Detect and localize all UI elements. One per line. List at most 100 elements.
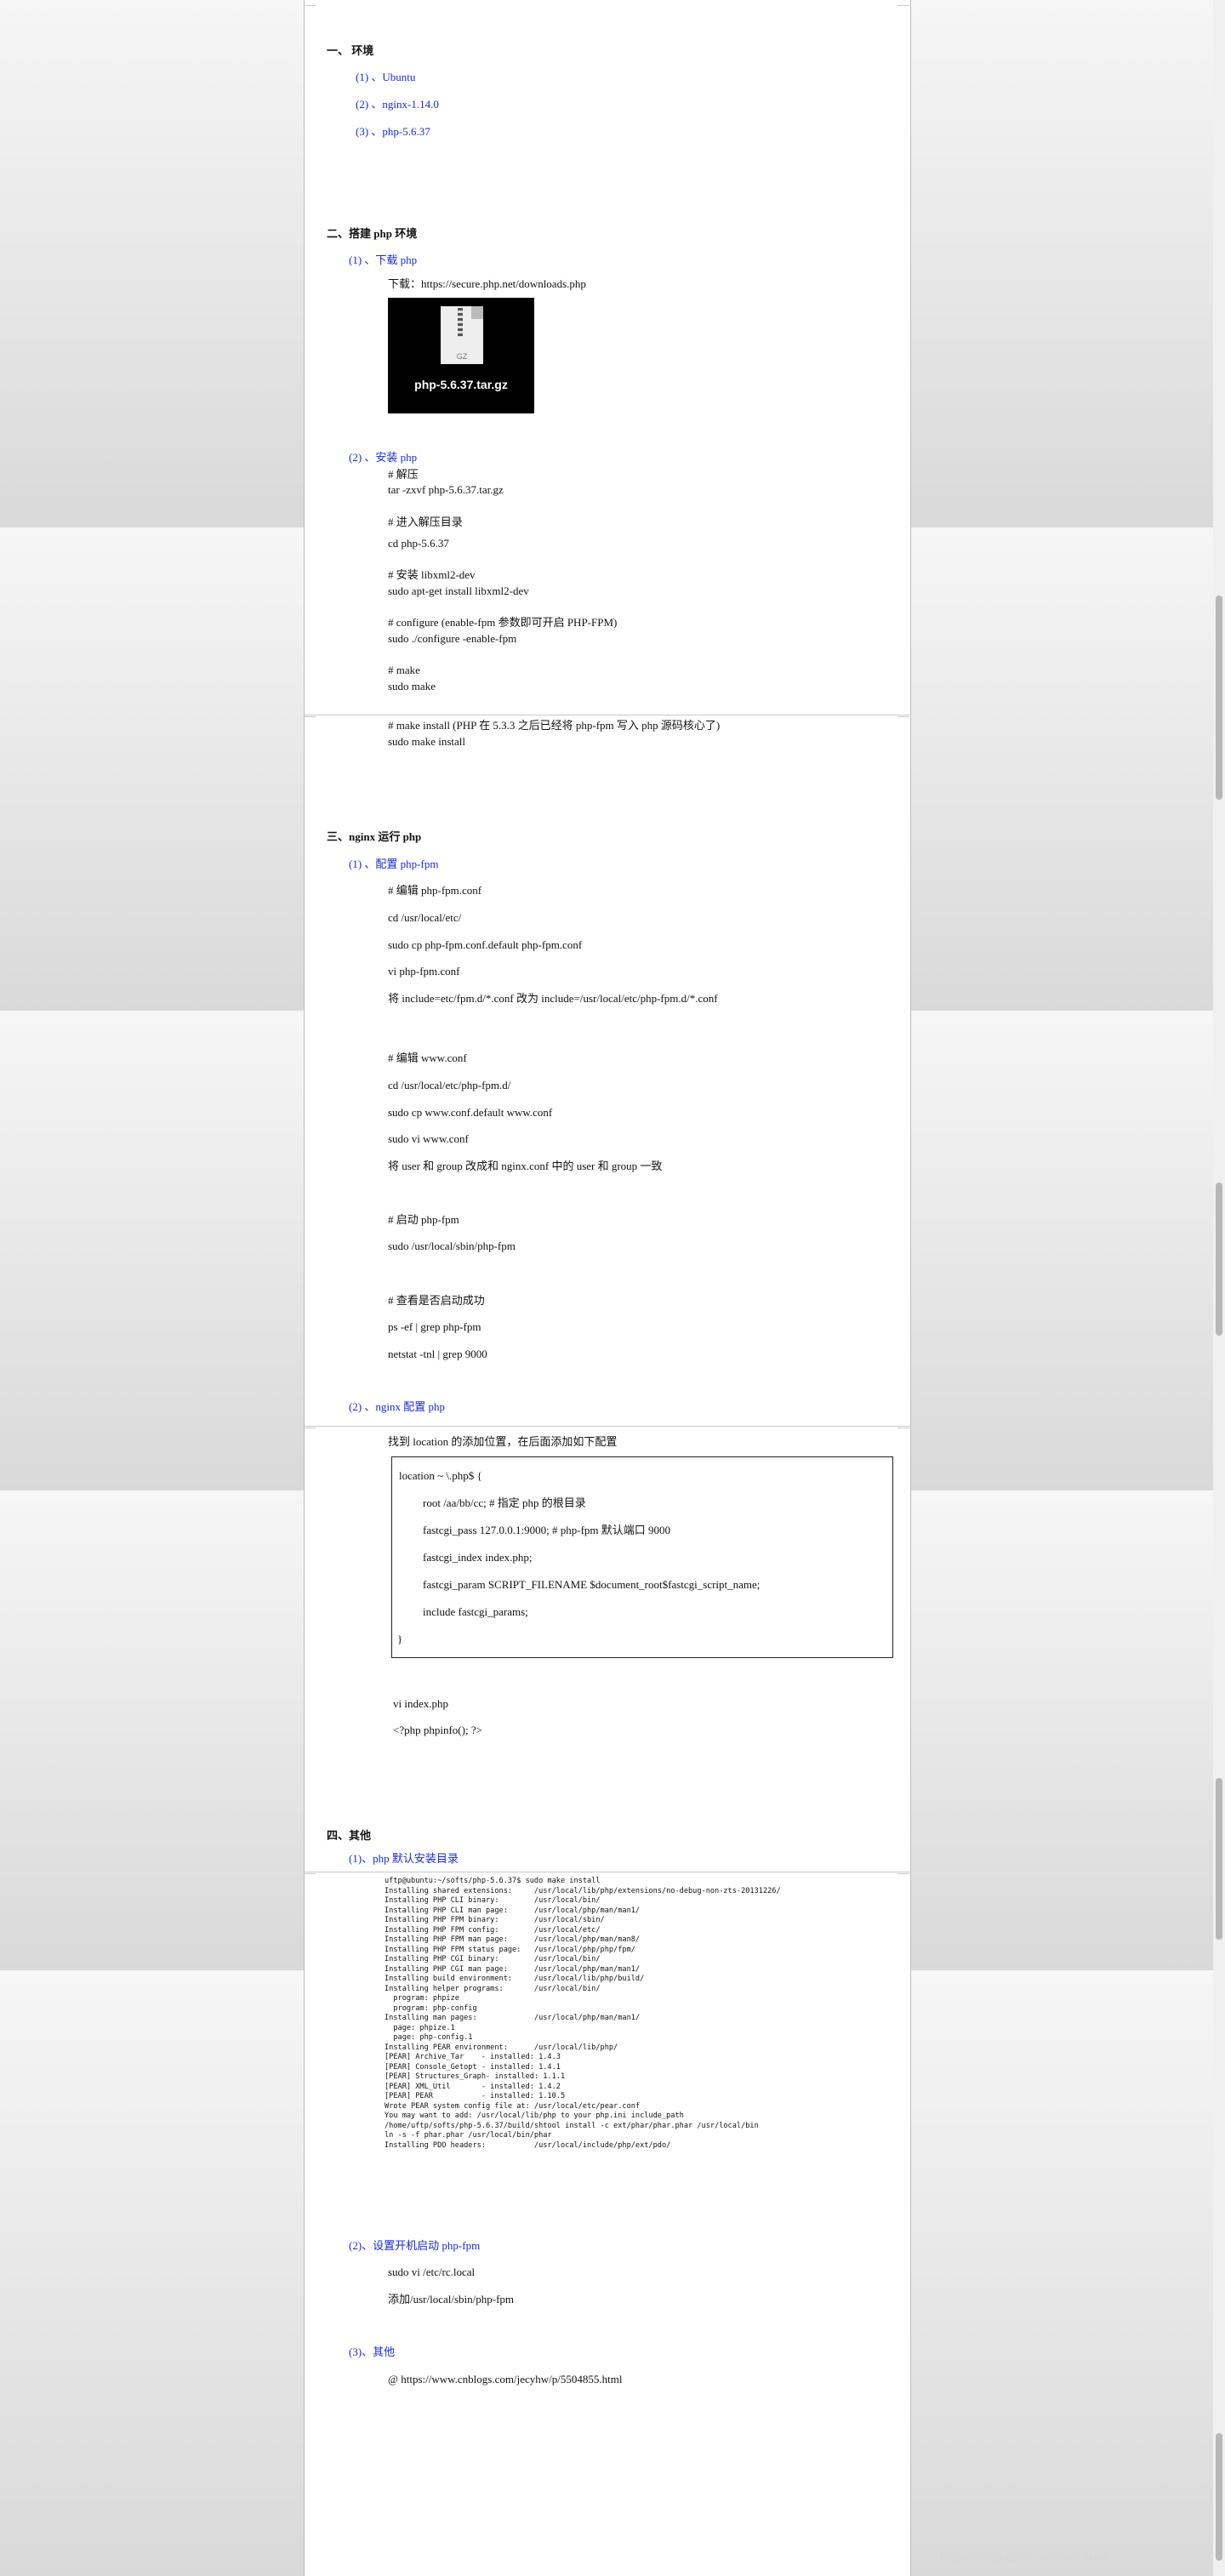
code-line: sudo make [388, 680, 436, 692]
code-block: location ~ \.php$ { root /aa/bb/cc; # 指定… [391, 1456, 893, 1658]
code-line: # make install (PHP 在 5.3.3 之后已经将 php-fp… [388, 719, 721, 732]
terminal-line: [PEAR] Archive_Tar - installed: 1.4.3 [385, 2053, 561, 2061]
terminal-line: Installing PDO headers: /usr/local/inclu… [385, 2140, 671, 2150]
terminal-line: /home/uftp/softs/php-5.6.37/build/shtool… [385, 2121, 759, 2130]
code-line: include fastcgi_params; [423, 1605, 528, 1618]
code-line: sudo cp www.conf.default www.conf [388, 1106, 553, 1119]
reference-link[interactable]: @ https://www.cnblogs.com/jecyhw/p/55048… [388, 2373, 622, 2386]
terminal-line: Installing PHP CGI man page: /usr/local/… [385, 1964, 641, 1974]
paragraph: 找到 location 的添加位置，在后面添加如下配置 [388, 1435, 618, 1448]
zip-icon [458, 308, 463, 337]
terminal-line: [PEAR] XML_Util - installed: 1.4.2 [385, 2082, 561, 2091]
code-line: fastcgi_param SCRIPT_FILENAME $document_… [423, 1578, 761, 1591]
code-line: # configure (enable-fpm 参数即可开启 PHP-FPM) [388, 616, 618, 629]
terminal-line: Installing PHP FPM binary: /usr/local/sb… [385, 1916, 605, 1924]
code-line: 添加/usr/local/sbin/php-fpm [388, 2293, 515, 2305]
file-fold [471, 306, 483, 319]
terminal-line: Installing build environment: /usr/local… [385, 1975, 645, 1983]
code-line: sudo vi www.conf [388, 1132, 469, 1145]
code-line: ps -ef | grep php-fpm [388, 1320, 481, 1333]
code-line: <?php phpinfo(); ?> [393, 1724, 482, 1736]
subsection-heading: (3)、其他 [349, 2345, 396, 2358]
scrollbar-thumb[interactable] [1216, 596, 1222, 800]
file-image: GZ php-5.6.37.tar.gz [388, 298, 534, 413]
section-heading: 二、搭建 php 环境 [327, 227, 418, 240]
terminal-line: [PEAR] Structures_Graph- installed: 1.1.… [385, 2072, 566, 2081]
subsection-heading: (1)、php 默认安装目录 [349, 1852, 459, 1865]
code-line: # 启动 php-fpm [388, 1213, 459, 1226]
terminal-line: program: phpize [385, 1994, 459, 2003]
terminal-line: Wrote PEAR system config file at: /usr/l… [385, 2101, 641, 2111]
section-heading: 一、 环境 [327, 44, 374, 57]
code-line: cd php-5.6.37 [388, 537, 449, 550]
code-line: netstat -tnl | grep 9000 [388, 1348, 487, 1360]
code-line: # 进入解压目录 [388, 516, 463, 528]
code-line: fastcgi_index index.php; [423, 1551, 533, 1564]
page-corner-mark [897, 1868, 909, 1874]
terminal-line: ln -s -f phar.phar /usr/local/bin/phar [385, 2131, 552, 2140]
section-heading: 三、nginx 运行 php [327, 830, 422, 843]
code-line: # 解压 [388, 468, 419, 481]
list-item: (1) 、Ubuntu [356, 71, 416, 83]
scrollbar-thumb[interactable] [1216, 1183, 1222, 1336]
page-corner-mark [304, 0, 316, 6]
code-line: # make [388, 664, 420, 676]
terminal-line: page: phpize.1 [385, 2023, 455, 2032]
code-line: fastcgi_pass 127.0.0.1:9000; # php-fpm 默… [423, 1524, 671, 1536]
code-line: } [397, 1633, 403, 1645]
code-line: # 安装 libxml2-dev [388, 568, 476, 581]
scrollbar-thumb[interactable] [1216, 1778, 1222, 1940]
code-line: root /aa/bb/cc; # 指定 php 的根目录 [423, 1496, 586, 1509]
terminal-line: Installing shared extensions: /usr/local… [385, 1886, 781, 1895]
terminal-line: program: php-config [385, 2003, 477, 2013]
terminal-line: page: php-config.1 [385, 2033, 473, 2042]
terminal-line: Installing man pages: /usr/local/php/man… [385, 2014, 641, 2022]
terminal-line: You may want to add: /usr/local/lib/php … [385, 2112, 684, 2120]
terminal-line: Installing PHP FPM man page: /usr/local/… [385, 1935, 641, 1944]
subsection-heading: (1) 、配置 php-fpm [349, 858, 439, 870]
file-name: php-5.6.37.tar.gz [414, 378, 508, 391]
terminal-line: Installing PHP FPM status page: /usr/loc… [385, 1945, 635, 1954]
code-line: vi index.php [393, 1697, 448, 1710]
code-line: # 编辑 www.conf [388, 1051, 467, 1064]
terminal-line: Installing PEAR environment: /usr/local/… [385, 2043, 618, 2052]
terminal-line: Installing PHP CLI man page: /usr/local/… [385, 1906, 641, 1915]
download-link[interactable]: 下载：https://secure.php.net/downloads.php [388, 277, 586, 291]
code-line: sudo /usr/local/sbin/php-fpm [388, 1240, 516, 1252]
page-break [304, 1426, 911, 1427]
terminal-line: Installing PHP CLI binary: /usr/local/bi… [385, 1896, 601, 1905]
subsection-heading: (2) 、nginx 配置 php [349, 1400, 446, 1413]
list-item: (2) 、nginx-1.14.0 [356, 98, 439, 111]
watermark: https://blog.csdn.net/liuhuixian [940, 2550, 1111, 2565]
code-line: 将 user 和 group 改成和 nginx.conf 中的 user 和 … [388, 1160, 663, 1172]
terminal-line: Installing PHP FPM config: /usr/local/et… [385, 1925, 601, 1935]
code-line: sudo apt-get install libxml2-dev [388, 584, 529, 597]
terminal-line: [PEAR] Console_Getopt - installed: 1.4.1 [385, 2062, 561, 2072]
page-corner-mark [897, 0, 909, 6]
code-line: cd /usr/local/etc/ [388, 911, 462, 924]
page-corner-mark [897, 1422, 909, 1428]
page-corner-mark [304, 711, 316, 717]
code-line: tar -zxvf php-5.6.37.tar.gz [388, 483, 504, 496]
code-line: vi php-fpm.conf [388, 965, 460, 977]
scrollbar-thumb[interactable] [1216, 2433, 1222, 2561]
code-line: cd /usr/local/etc/php-fpm.d/ [388, 1079, 511, 1091]
subsection-heading: (2)、设置开机启动 php-fpm [349, 2239, 481, 2252]
code-line: location ~ \.php$ { [399, 1469, 482, 1482]
page-corner-mark [304, 1422, 316, 1428]
subsection-heading: (2) 、安装 php [349, 451, 418, 464]
page-corner-mark [304, 1868, 316, 1874]
code-line: 将 include=etc/fpm.d/*.conf 改为 include=/u… [388, 992, 718, 1005]
code-line: sudo vi /etc/rc.local [388, 2265, 476, 2278]
code-line: sudo make install [388, 735, 465, 748]
code-line: # 查看是否启动成功 [388, 1294, 485, 1307]
terminal-line: Installing helper programs: /usr/local/b… [385, 1984, 601, 1993]
code-line: # 编辑 php-fpm.conf [388, 884, 482, 897]
list-item: (3) 、php-5.6.37 [356, 125, 430, 138]
subsection-heading: (1) 、下载 php [349, 254, 418, 266]
section-heading: 四、其他 [327, 1829, 372, 1842]
terminal-line: Installing PHP CGI binary: /usr/local/bi… [385, 1955, 601, 1963]
code-line: sudo ./configure -enable-fpm [388, 632, 517, 645]
terminal-output: uftp@ubuntu:~/softs/php-5.6.37$ sudo mak… [385, 1877, 781, 2151]
page-corner-mark [897, 711, 909, 717]
